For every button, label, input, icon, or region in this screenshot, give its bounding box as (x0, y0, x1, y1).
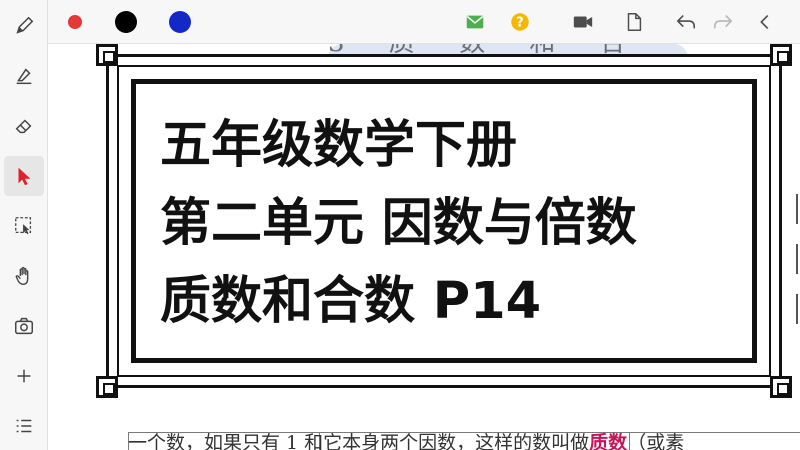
color-swatch-red[interactable] (68, 15, 82, 29)
svg-text:?: ? (516, 16, 523, 31)
title-line-2: 第二单元 因数与倍数 (160, 194, 637, 253)
chevron-left-icon (760, 14, 769, 30)
page-edge-marks (794, 194, 798, 394)
eraser-icon (15, 119, 32, 134)
plus-icon (17, 369, 31, 383)
select-tool[interactable] (4, 206, 44, 246)
definition-text: 一个数，如果只有 1 和它本身两个因数，这样的数叫做质数（或素 (128, 428, 800, 450)
eraser-tool[interactable] (4, 106, 44, 146)
hand-tool[interactable] (4, 256, 44, 296)
color-swatch-black[interactable] (115, 11, 137, 33)
prime-term: 质数 (589, 432, 628, 450)
frame-corner (770, 44, 792, 66)
color-swatch-blue[interactable] (169, 11, 191, 33)
frame-corner (770, 376, 792, 398)
pen-tool[interactable] (4, 6, 44, 46)
left-toolbar (0, 0, 48, 450)
document-icon (627, 13, 642, 31)
frame-corner (96, 44, 118, 66)
mail-button[interactable] (462, 10, 488, 34)
camera-tool[interactable] (4, 306, 44, 346)
video-camera-icon (573, 16, 593, 28)
highlighter-tool[interactable] (4, 56, 44, 96)
undo-icon (676, 15, 696, 29)
collapse-button[interactable] (752, 10, 778, 34)
top-toolbar: ? (48, 0, 800, 44)
record-button[interactable] (570, 10, 596, 34)
pen-icon (16, 16, 34, 34)
undo-button[interactable] (673, 10, 699, 34)
title-card: 五年级数学下册 第二单元 因数与倍数 质数和合数 P14 (96, 44, 792, 398)
lasso-select-icon (15, 217, 32, 235)
title-line-1: 五年级数学下册 (160, 116, 518, 175)
hand-icon (15, 266, 29, 285)
menu-tool[interactable] (4, 406, 44, 446)
definition-suffix: （或素 (627, 432, 685, 450)
redo-button[interactable] (710, 10, 736, 34)
definition-prefix: 一个数，如果只有 1 和它本身两个因数，这样的数叫做 (128, 432, 590, 450)
redo-icon (713, 15, 733, 29)
camera-icon (15, 317, 33, 335)
document-button[interactable] (621, 10, 647, 34)
cursor-icon (18, 167, 31, 186)
title-line-3: 质数和合数 P14 (160, 272, 542, 331)
help-button[interactable]: ? (507, 10, 533, 34)
mail-icon (466, 15, 484, 29)
help-icon: ? (511, 13, 529, 31)
pointer-tool[interactable] (4, 156, 44, 196)
list-icon (16, 419, 32, 433)
highlighter-icon (16, 68, 32, 85)
frame-corner (96, 376, 118, 398)
add-tool[interactable] (4, 356, 44, 396)
